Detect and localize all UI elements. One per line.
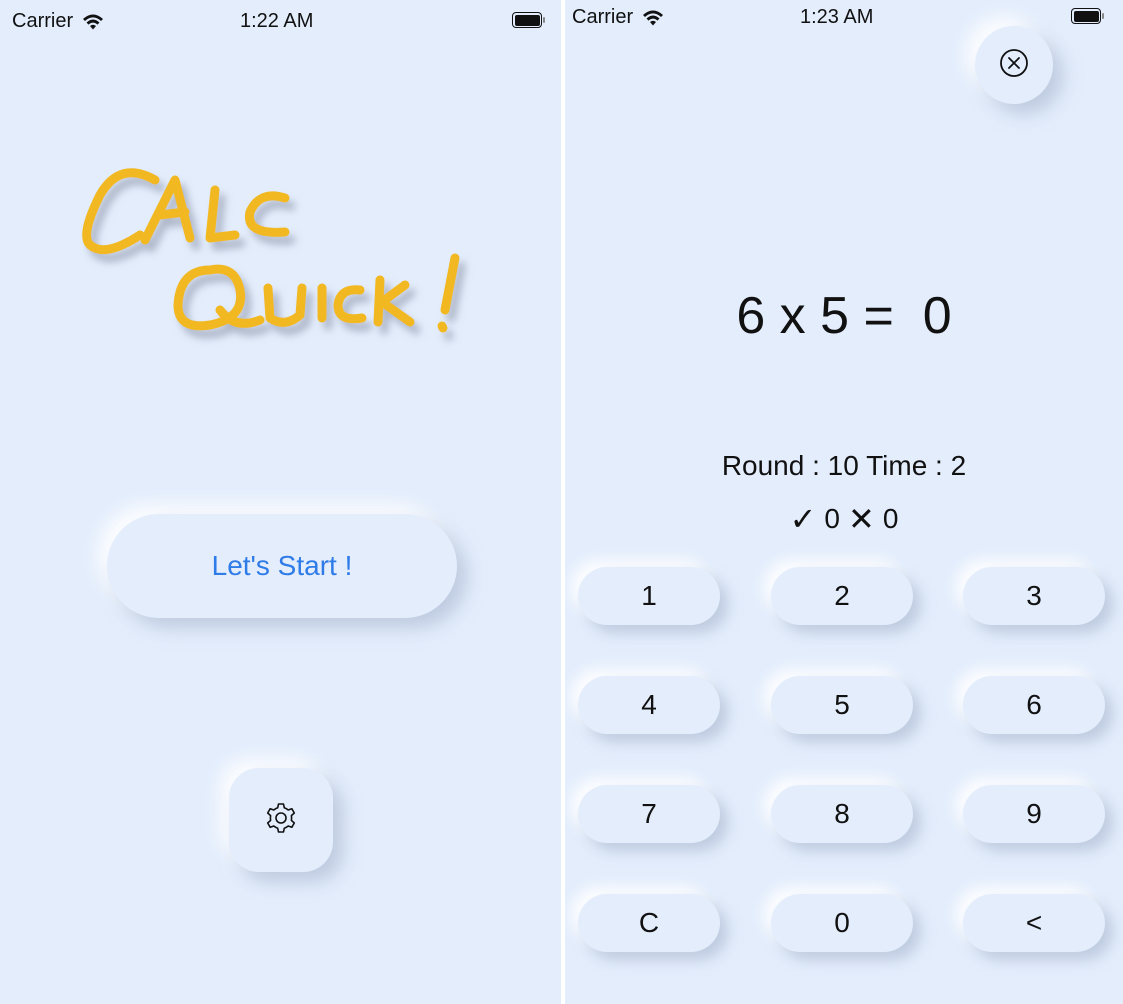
key-1[interactable]: 1 [578, 567, 720, 625]
battery-icon [1071, 8, 1105, 24]
status-time: 1:23 AM [800, 6, 874, 28]
round-time-info: Round : 10 Time : 2 [721, 450, 967, 481]
key-3[interactable]: 3 [963, 567, 1105, 625]
key-7[interactable]: 7 [578, 785, 720, 843]
carrier-indicator: Carrier [572, 6, 665, 29]
key-2[interactable]: 2 [771, 567, 913, 625]
carrier-indicator: Carrier [12, 10, 105, 33]
wifi-icon [641, 9, 665, 27]
status-bar: Carrier 1:23 AM [565, 0, 1123, 40]
circled-x-icon [998, 47, 1030, 84]
check-icon: ✓ [789, 501, 817, 537]
score-display: ✓ 0 ✕ 0 [565, 500, 1123, 538]
wrong-count: 0 [882, 503, 899, 534]
key-6[interactable]: 6 [963, 676, 1105, 734]
key-8[interactable]: 8 [771, 785, 913, 843]
key-0[interactable]: 0 [771, 894, 913, 952]
status-bar: Carrier 1:22 AM [0, 0, 561, 40]
correct-count: 0 [824, 503, 840, 534]
carrier-label: Carrier [12, 10, 74, 32]
carrier-label: Carrier [572, 6, 634, 28]
start-button[interactable]: Let's Start ! [107, 514, 457, 618]
start-button-label: Let's Start ! [211, 550, 353, 581]
clear-key[interactable]: C [578, 894, 720, 952]
key-9[interactable]: 9 [963, 785, 1105, 843]
key-4[interactable]: 4 [578, 676, 720, 734]
equation-display: 6 x 5 = 0 [736, 287, 952, 345]
number-keypad: 1 2 3 4 5 6 7 8 9 C 0 < [578, 567, 1108, 957]
key-5[interactable]: 5 [771, 676, 913, 734]
settings-button[interactable] [229, 768, 333, 872]
cross-icon: ✕ [848, 501, 875, 537]
status-time: 1:22 AM [240, 10, 314, 32]
app-logo [60, 140, 480, 370]
home-screen: Carrier 1:22 AM Let's Start ! [0, 0, 561, 1004]
backspace-key[interactable]: < [963, 894, 1105, 952]
gear-icon [264, 801, 298, 840]
game-screen: Carrier 1:23 AM 6 x 5 = 0 Round : 10 Tim… [565, 0, 1123, 1004]
close-button[interactable] [975, 26, 1053, 104]
battery-icon [512, 12, 546, 28]
wifi-icon [81, 13, 105, 31]
